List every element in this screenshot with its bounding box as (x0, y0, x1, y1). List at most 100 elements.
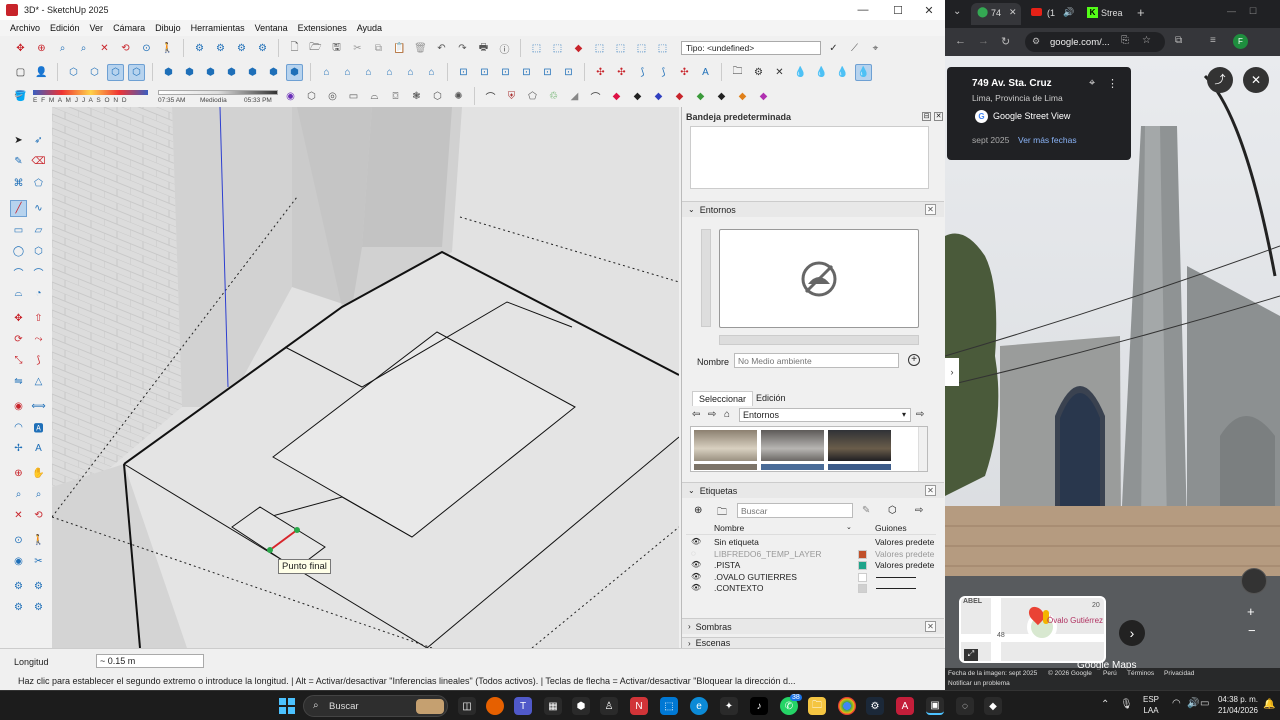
box-icon[interactable]: ⬡ (303, 88, 320, 105)
house-icon[interactable]: ⌂ (423, 64, 440, 81)
section-icon[interactable]: ⊡ (455, 64, 472, 81)
entornos-dropdown[interactable]: Entornos ▾ (739, 408, 911, 422)
extension-icon[interactable]: ◆ (692, 88, 709, 105)
col-guiones[interactable]: Guiones (875, 523, 907, 533)
position-camera-icon[interactable]: ⊙ (10, 532, 27, 549)
notification-bell-icon[interactable]: 🔔 (1263, 699, 1275, 710)
extension-icon[interactable]: ⬚ (654, 40, 671, 57)
scale-icon[interactable]: ⤡ (10, 352, 27, 369)
profile-avatar[interactable]: F (1233, 34, 1248, 49)
autocad-icon[interactable]: A (896, 697, 914, 715)
wifi-icon[interactable]: ◠ (1172, 698, 1181, 709)
measurement-box[interactable]: ~ 0.15 m (96, 654, 204, 668)
app-icon[interactable]: ◌ (956, 697, 974, 715)
position-camera-icon[interactable]: ⊙ (138, 40, 155, 57)
extension-icon[interactable]: ⌒ (482, 88, 499, 105)
install-icon[interactable]: ⎘ (1121, 35, 1129, 46)
minimize-button[interactable]: — (846, 0, 880, 20)
windows-start-icon[interactable] (278, 697, 296, 715)
info-icon[interactable]: ⓘ (496, 40, 513, 57)
section-icon[interactable]: ⊡ (518, 64, 535, 81)
add-tag-icon[interactable]: ⊕ (694, 505, 702, 516)
flip-icon[interactable]: ⇋ (10, 373, 27, 390)
extension-icon[interactable]: ⛨ (503, 88, 520, 105)
freehand-icon[interactable]: ∿ (30, 200, 47, 217)
close-icon[interactable]: ✕ (925, 204, 936, 215)
etiquetas-header[interactable]: ⌄ Etiquetas ✕ (682, 482, 944, 498)
tag-row[interactable]: 👁 .CONTEXTO (686, 583, 936, 594)
redo-icon[interactable]: ↷ (454, 40, 471, 57)
folder-icon[interactable]: 🗀 (729, 64, 746, 81)
tab-maps[interactable]: ⬤ 74 ✕ (971, 3, 1021, 25)
previous-view-icon[interactable]: ⟲ (117, 40, 134, 57)
drop-icon[interactable]: 💧 (834, 64, 851, 81)
gear-icon[interactable]: ⚙ (212, 40, 229, 57)
more-options-icon[interactable]: ⋮ (1107, 77, 1118, 90)
extension-icon[interactable]: ◆ (629, 88, 646, 105)
extension-icon[interactable]: ⟆ (655, 64, 672, 81)
forward-icon[interactable]: → (978, 35, 989, 47)
pencil-icon[interactable]: ✎ (862, 505, 870, 516)
axes-icon[interactable]: ✢ (10, 440, 27, 457)
extension-icon[interactable]: ⬠ (524, 88, 541, 105)
next-arrow-button[interactable]: › (1119, 620, 1145, 646)
copy-icon[interactable]: ⧉ (370, 40, 387, 57)
sketchup-taskbar-icon[interactable]: ⬢ (572, 697, 590, 715)
tiktok-icon[interactable]: ♪ (750, 697, 768, 715)
env-horizontal-slider[interactable] (719, 335, 919, 345)
extension-icon[interactable]: ⬚ (528, 40, 545, 57)
extension-icon[interactable]: ⌒ (587, 88, 604, 105)
shadow-time-slider[interactable]: 07:35 AM Mediodía 05:33 PM (158, 86, 278, 106)
tag-icon[interactable]: ⌘ (10, 175, 27, 192)
orbit-icon[interactable]: ⊕ (33, 40, 50, 57)
extension-icon[interactable]: ◆ (671, 88, 688, 105)
extension-icon[interactable]: ✺ (450, 88, 467, 105)
eraser-icon[interactable]: ⌫ (30, 153, 47, 170)
house-icon[interactable]: ⌂ (339, 64, 356, 81)
extension-icon[interactable]: ◆ (734, 88, 751, 105)
view-right-icon[interactable]: ⬡ (128, 63, 145, 81)
extension-icon[interactable]: ⟋ (846, 40, 863, 57)
tag-dash[interactable]: Valores predete (875, 560, 934, 570)
back-icon[interactable]: ⇦ (692, 409, 700, 420)
shadow-date-slider[interactable]: E F M A M J J A S O N D (33, 86, 148, 106)
rectangle-icon[interactable]: ▭ (10, 222, 27, 239)
env-thumbnail[interactable] (694, 430, 757, 461)
home-icon[interactable]: ⌂ (724, 409, 730, 420)
visibility-eye-icon[interactable]: ◌ (691, 549, 696, 558)
details-icon[interactable]: ⇨ (916, 409, 924, 420)
extension-icon[interactable]: ◉ (282, 88, 299, 105)
tag-row[interactable]: 👁 .PISTA Valores predete (686, 560, 936, 571)
visibility-eye-icon[interactable]: 👁 (691, 560, 701, 569)
escenas-header[interactable]: › Escenas (682, 637, 944, 648)
extension-icon[interactable]: ◆ (608, 88, 625, 105)
privacy-link[interactable]: Privacidad (1164, 670, 1194, 677)
maximize-button[interactable]: ☐ (1249, 6, 1257, 17)
arc-icon[interactable]: ⌒ (10, 264, 27, 281)
volume-icon[interactable]: 🔊 (1187, 698, 1199, 709)
polygon-icon[interactable]: ⬡ (30, 243, 47, 260)
protractor-icon[interactable]: ◠ (10, 419, 27, 436)
drop-icon[interactable]: 💧 (792, 64, 809, 81)
lasso-icon[interactable]: ➶ (30, 132, 47, 149)
arc3-icon[interactable]: ⌓ (10, 285, 27, 302)
triangle-icon[interactable]: △ (30, 373, 47, 390)
zoom-extents-icon[interactable]: ✕ (10, 507, 27, 524)
view-top-icon[interactable]: ⬡ (86, 64, 103, 81)
edge-icon[interactable]: e (690, 697, 708, 715)
close-icon[interactable]: ✕ (925, 621, 936, 632)
extension-icon[interactable]: ✣ (676, 64, 693, 81)
scrollbar[interactable] (918, 427, 927, 471)
back-icon[interactable]: ← (955, 35, 966, 47)
extension-icon[interactable]: ⬚ (549, 40, 566, 57)
app-icon[interactable]: ♙ (600, 697, 618, 715)
menu-ayuda[interactable]: Ayuda (357, 23, 382, 33)
push-pull-icon[interactable]: ⇧ (30, 310, 47, 327)
pie-icon[interactable]: ◔ (30, 285, 47, 302)
forward-icon[interactable]: ⇨ (708, 409, 716, 420)
tag-row[interactable]: ◌ LIBFREDO6_TEMP_LAYER Valores predete (686, 549, 936, 560)
house-icon[interactable]: ⌂ (381, 64, 398, 81)
extension-icon[interactable]: ◆ (570, 40, 587, 57)
tab-kick[interactable]: K Strea (1085, 3, 1137, 25)
undo-icon[interactable]: ↶ (433, 40, 450, 57)
